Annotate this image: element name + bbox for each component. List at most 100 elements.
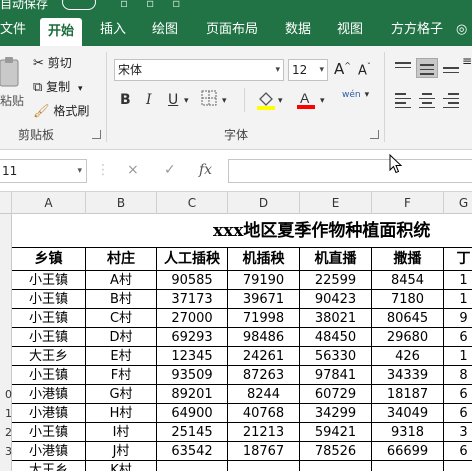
tab-help[interactable]: ◎ bbox=[456, 14, 467, 46]
select-all-corner[interactable] bbox=[0, 192, 12, 214]
table-cell[interactable]: 大王乡 bbox=[12, 347, 86, 366]
column-header[interactable]: B bbox=[86, 192, 157, 214]
table-cell[interactable]: 8454 bbox=[372, 271, 444, 290]
table-cell[interactable]: 48450 bbox=[300, 328, 372, 347]
table-cell[interactable]: 9318 bbox=[372, 423, 444, 442]
sheet-title[interactable]: xxx地区夏季作物种植面积统 bbox=[12, 214, 472, 248]
table-cell[interactable]: 34299 bbox=[300, 404, 372, 423]
table-cell[interactable]: A村 bbox=[86, 271, 157, 290]
name-box[interactable]: 11 ▾ bbox=[0, 159, 87, 183]
row-header[interactable] bbox=[0, 248, 12, 271]
table-cell[interactable]: 1 bbox=[444, 271, 472, 290]
table-cell[interactable]: D村 bbox=[86, 328, 157, 347]
table-cell[interactable]: 40768 bbox=[228, 404, 300, 423]
tab-draw[interactable]: 绘图 bbox=[152, 14, 178, 46]
table-cell[interactable]: 66699 bbox=[372, 442, 444, 461]
grow-font-button[interactable]: A^ bbox=[334, 60, 351, 78]
table-cell[interactable]: H村 bbox=[86, 404, 157, 423]
table-cell[interactable]: 79190 bbox=[228, 271, 300, 290]
font-launcher-icon[interactable] bbox=[370, 130, 379, 139]
tab-home[interactable]: 开始 bbox=[40, 18, 83, 46]
table-cell[interactable]: 9 bbox=[444, 309, 472, 328]
row-header[interactable]: 3 bbox=[0, 442, 12, 461]
chevron-down-icon[interactable]: ▾ bbox=[320, 96, 325, 106]
header-cell[interactable]: 乡镇 bbox=[12, 248, 86, 271]
table-cell[interactable]: 64900 bbox=[157, 404, 228, 423]
header-cell[interactable]: 村庄 bbox=[86, 248, 157, 271]
chevron-down-icon[interactable]: ▾ bbox=[184, 96, 189, 106]
bottom-align-button[interactable] bbox=[440, 58, 462, 78]
tab-data[interactable]: 数据 bbox=[285, 14, 311, 46]
table-cell[interactable]: 18187 bbox=[372, 385, 444, 404]
row-header[interactable]: 0 bbox=[0, 385, 12, 404]
table-cell[interactable]: 97841 bbox=[300, 366, 372, 385]
table-cell[interactable]: 小王镇 bbox=[12, 290, 86, 309]
tab-view[interactable]: 视图 bbox=[337, 14, 363, 46]
table-cell[interactable]: I村 bbox=[86, 423, 157, 442]
align-right-button[interactable] bbox=[440, 90, 462, 110]
table-cell[interactable]: 6 bbox=[444, 328, 472, 347]
row-header[interactable] bbox=[0, 290, 12, 309]
table-cell[interactable]: 89201 bbox=[157, 385, 228, 404]
row-header[interactable] bbox=[0, 271, 12, 290]
column-header[interactable]: A bbox=[12, 192, 86, 214]
table-cell[interactable]: 7180 bbox=[372, 290, 444, 309]
italic-button[interactable]: I bbox=[146, 92, 152, 108]
font-size-select[interactable]: 12 ▾ bbox=[288, 59, 328, 81]
cancel-icon[interactable]: × bbox=[127, 162, 139, 178]
chevron-down-icon[interactable]: ▾ bbox=[78, 84, 83, 94]
column-header[interactable]: E bbox=[300, 192, 372, 214]
table-cell[interactable]: 24261 bbox=[228, 347, 300, 366]
table-cell[interactable]: C村 bbox=[86, 309, 157, 328]
phonetic-guide-button[interactable]: wén ▾ bbox=[342, 90, 369, 100]
table-cell[interactable]: 71998 bbox=[228, 309, 300, 328]
table-cell[interactable]: 34049 bbox=[372, 404, 444, 423]
table-cell[interactable]: B村 bbox=[86, 290, 157, 309]
table-cell[interactable]: 69293 bbox=[157, 328, 228, 347]
insert-function-icon[interactable]: fx bbox=[199, 162, 212, 178]
top-align-button[interactable] bbox=[392, 58, 414, 78]
table-cell[interactable]: 37173 bbox=[157, 290, 228, 309]
cut-button[interactable]: ✂ 剪切 bbox=[33, 54, 72, 71]
table-cell[interactable]: 小王镇 bbox=[12, 271, 86, 290]
row-header[interactable] bbox=[0, 347, 12, 366]
formula-input[interactable] bbox=[228, 159, 472, 183]
header-cell[interactable]: 丁 bbox=[444, 248, 472, 271]
table-cell[interactable]: 小王镇 bbox=[12, 366, 86, 385]
table-cell[interactable]: 38021 bbox=[300, 309, 372, 328]
table-cell[interactable]: 8 bbox=[444, 366, 472, 385]
font-name-select[interactable]: 宋体 ▾ bbox=[114, 59, 284, 81]
row-header[interactable] bbox=[0, 309, 12, 328]
underline-button[interactable]: U bbox=[168, 92, 178, 108]
table-cell[interactable]: 90423 bbox=[300, 290, 372, 309]
column-header[interactable]: C bbox=[157, 192, 228, 214]
table-cell[interactable]: 6 bbox=[444, 404, 472, 423]
tab-page-layout[interactable]: 页面布局 bbox=[206, 14, 258, 46]
table-cell[interactable]: J村 bbox=[86, 442, 157, 461]
table-cell[interactable]: 34339 bbox=[372, 366, 444, 385]
table-cell[interactable]: 小王镇 bbox=[12, 309, 86, 328]
table-cell[interactable]: 6 bbox=[444, 442, 472, 461]
table-cell[interactable]: 98486 bbox=[228, 328, 300, 347]
table-cell[interactable]: 1 bbox=[444, 347, 472, 366]
table-cell[interactable]: 87263 bbox=[228, 366, 300, 385]
table-cell[interactable]: 426 bbox=[372, 347, 444, 366]
row-header[interactable]: 2 bbox=[0, 423, 12, 442]
fill-color-button[interactable] bbox=[256, 90, 276, 114]
format-painter-button[interactable]: 🖌 格式刷 bbox=[33, 102, 89, 119]
table-cell[interactable]: 18767 bbox=[228, 442, 300, 461]
table-cell[interactable]: 78526 bbox=[300, 442, 372, 461]
table-cell[interactable]: G村 bbox=[86, 385, 157, 404]
autosave-toggle[interactable] bbox=[62, 0, 96, 10]
table-cell[interactable]: 56330 bbox=[300, 347, 372, 366]
column-header[interactable]: F bbox=[372, 192, 444, 214]
header-cell[interactable]: 机插秧 bbox=[228, 248, 300, 271]
paste-button[interactable]: 粘贴 bbox=[0, 54, 24, 116]
table-cell[interactable]: 3 bbox=[444, 423, 472, 442]
table-cell[interactable]: 大王乡 bbox=[12, 461, 86, 471]
table-cell[interactable]: E村 bbox=[86, 347, 157, 366]
bold-button[interactable]: B bbox=[120, 92, 131, 108]
table-cell[interactable]: K村 bbox=[86, 461, 157, 471]
table-cell[interactable]: 63542 bbox=[157, 442, 228, 461]
column-header[interactable]: G bbox=[444, 192, 472, 214]
